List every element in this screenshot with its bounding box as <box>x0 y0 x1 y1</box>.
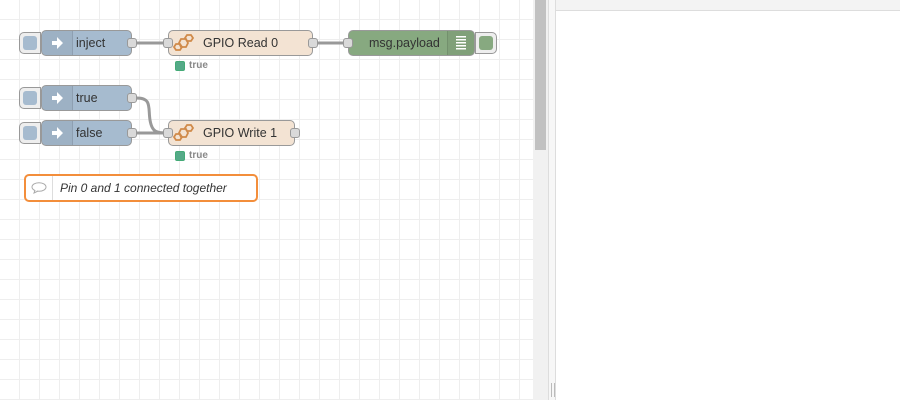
gpio-read-status: true <box>175 60 208 72</box>
gpio-write-node[interactable]: GPIO Write 1 <box>163 120 300 146</box>
list-icon <box>447 31 474 55</box>
false-trigger-button[interactable] <box>19 122 41 144</box>
comment-node[interactable]: Pin 0 and 1 connected together <box>24 174 258 202</box>
sidebar-splitter[interactable] <box>548 0 556 400</box>
sidebar-header <box>556 0 900 11</box>
debug-toggle-button[interactable] <box>475 32 497 54</box>
output-port[interactable] <box>308 38 318 48</box>
inject-trigger-button[interactable] <box>19 32 41 54</box>
inject-node-label: inject <box>76 36 106 50</box>
inject-true-node[interactable]: true <box>41 85 137 111</box>
output-port[interactable] <box>127 38 137 48</box>
inject-true-node-label: true <box>76 91 98 105</box>
output-port[interactable] <box>127 93 137 103</box>
inject-node[interactable]: inject <box>41 30 137 56</box>
gpio-icon <box>169 31 199 55</box>
output-port[interactable] <box>290 128 300 138</box>
input-port[interactable] <box>343 38 353 48</box>
gpio-icon <box>169 121 199 145</box>
arrow-in-icon <box>42 86 73 110</box>
status-dot-icon <box>175 151 185 161</box>
debug-node-label: msg.payload <box>369 36 440 50</box>
arrow-in-icon <box>42 121 73 145</box>
status-dot-icon <box>175 61 185 71</box>
comment-label: Pin 0 and 1 connected together <box>60 181 227 195</box>
inject-false-node-label: false <box>76 126 103 140</box>
splitter-grip-icon[interactable] <box>551 383 555 397</box>
arrow-in-icon <box>42 31 73 55</box>
inject-false-node[interactable]: false <box>41 120 137 146</box>
scrollbar-thumb[interactable] <box>535 0 546 150</box>
flow-workspace[interactable]: inject GPIO Read 0 true msg.payload true… <box>0 0 533 400</box>
gpio-read-node[interactable]: GPIO Read 0 <box>163 30 318 56</box>
gpio-read-status-text: true <box>189 60 208 71</box>
comment-icon <box>26 176 53 200</box>
output-port[interactable] <box>127 128 137 138</box>
gpio-read-node-label: GPIO Read 0 <box>203 36 279 50</box>
gpio-write-node-label: GPIO Write 1 <box>203 126 278 140</box>
debug-node[interactable]: msg.payload <box>343 30 475 56</box>
gpio-write-status-text: true <box>189 150 208 161</box>
gpio-write-status: true <box>175 150 208 162</box>
sidebar-panel <box>556 0 900 400</box>
workspace-vertical-scrollbar[interactable] <box>533 0 548 400</box>
true-trigger-button[interactable] <box>19 87 41 109</box>
